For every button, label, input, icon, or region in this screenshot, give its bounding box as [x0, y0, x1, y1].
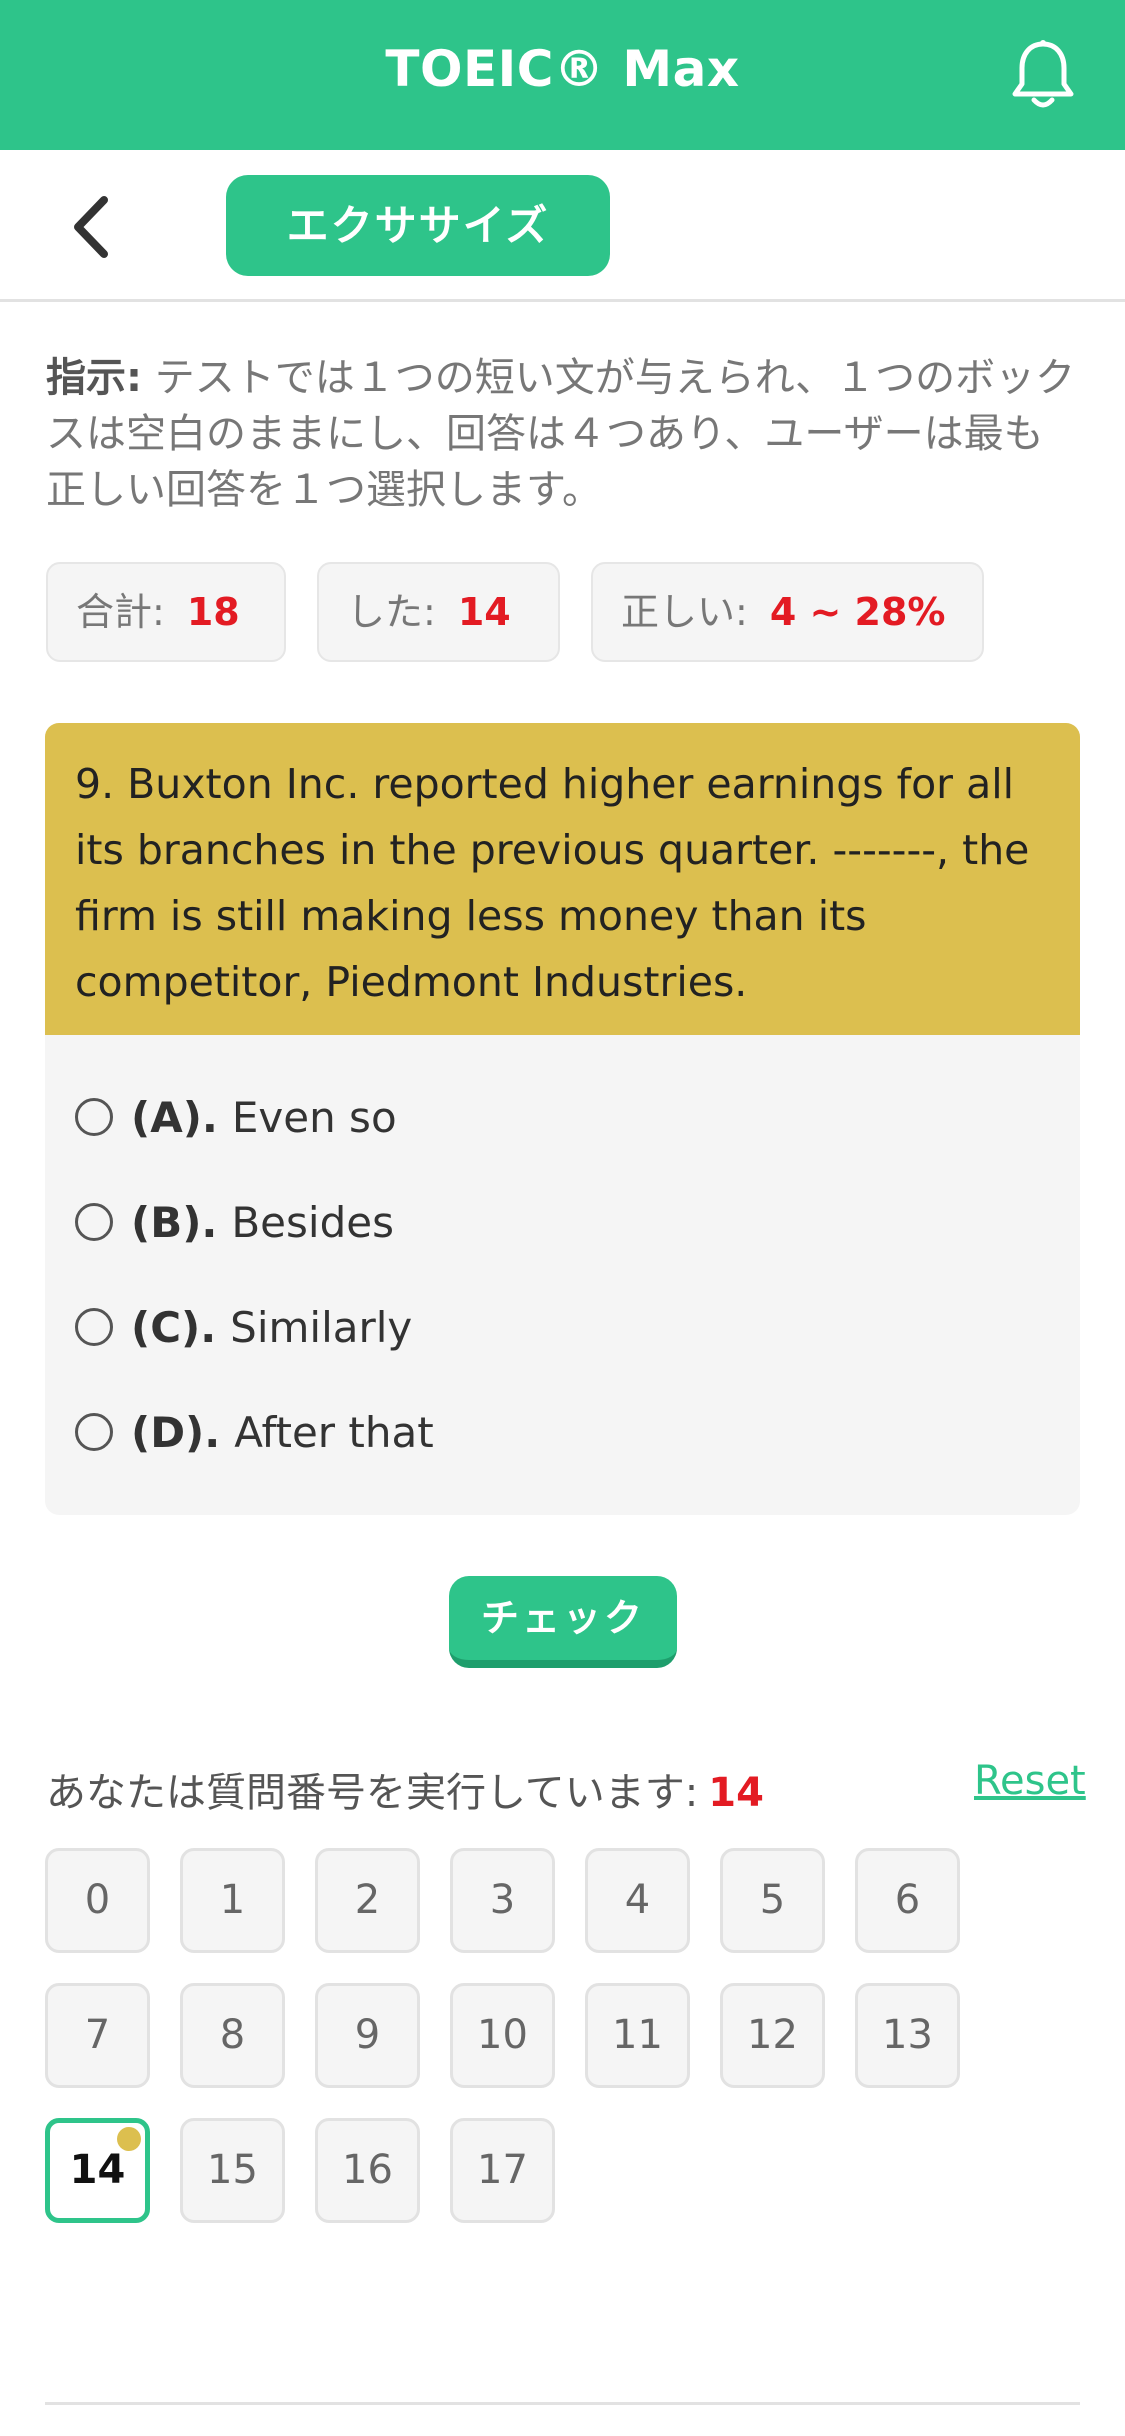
instructions-label: 指示: — [46, 355, 142, 401]
stat-done-label: した: — [347, 590, 436, 634]
question-text: 9. Buxton Inc. reported higher earnings … — [45, 723, 1080, 1035]
bell-icon[interactable] — [1010, 38, 1076, 112]
divider — [45, 2402, 1080, 2405]
stat-correct-value: 4 ~ 28% — [769, 590, 946, 634]
option-text: Similarly — [230, 1303, 413, 1352]
tab-exercise[interactable]: エクササイズ — [226, 175, 610, 276]
option-text: Even so — [231, 1093, 397, 1142]
question-number-14[interactable]: 14 — [45, 2118, 150, 2223]
stat-correct-label: 正しい: — [621, 590, 748, 634]
question-number-0[interactable]: 0 — [45, 1848, 150, 1953]
question-number-11[interactable]: 11 — [585, 1983, 690, 2088]
radio-button[interactable] — [75, 1412, 113, 1451]
question-number-2[interactable]: 2 — [315, 1848, 420, 1953]
stat-total-value: 18 — [186, 590, 240, 634]
question-number-12[interactable]: 12 — [720, 1983, 825, 2088]
option-text: Besides — [231, 1198, 394, 1247]
question-number-3[interactable]: 3 — [450, 1848, 555, 1953]
question-number-13[interactable]: 13 — [855, 1983, 960, 2088]
app-header: TOEIC® Max — [0, 0, 1125, 150]
radio-button[interactable] — [75, 1097, 113, 1136]
question-number-17[interactable]: 17 — [450, 2118, 555, 2223]
check-button[interactable]: チェック — [449, 1576, 677, 1668]
instructions-text: テストでは１つの短い文が与えられ、１つのボックスは空白のままにし、回答は４つあり… — [46, 355, 1076, 513]
radio-button[interactable] — [75, 1307, 113, 1346]
question-number-4[interactable]: 4 — [585, 1848, 690, 1953]
question-number-label: 14 — [69, 2147, 126, 2193]
progress-text: あなたは質問番号を実行しています: — [46, 1770, 699, 1816]
chevron-left-icon[interactable] — [66, 192, 116, 262]
stat-done-value: 14 — [457, 590, 511, 634]
option-text: After that — [234, 1408, 434, 1457]
option-letter: (A). — [131, 1093, 218, 1142]
radio-button[interactable] — [75, 1202, 113, 1241]
reset-link[interactable]: Reset — [974, 1758, 1086, 1804]
option-letter: (D). — [131, 1408, 221, 1457]
instructions: 指示: テストでは１つの短い文が与えられ、１つのボックスは空白のままにし、回答は… — [46, 350, 1081, 518]
stat-total-label: 合計: — [76, 590, 165, 634]
question-number-15[interactable]: 15 — [180, 2118, 285, 2223]
question-number-9[interactable]: 9 — [315, 1983, 420, 2088]
progress-label: あなたは質問番号を実行しています: 14 — [46, 1760, 764, 1818]
option-b[interactable]: (B). Besides — [75, 1188, 394, 1258]
stat-correct: 正しい: 4 ~ 28% — [591, 562, 984, 662]
question-number-16[interactable]: 16 — [315, 2118, 420, 2223]
question-number-1[interactable]: 1 — [180, 1848, 285, 1953]
option-a[interactable]: (A). Even so — [75, 1083, 397, 1153]
question-number-7[interactable]: 7 — [45, 1983, 150, 2088]
question-card: 9. Buxton Inc. reported higher earnings … — [45, 723, 1080, 1515]
stat-done: した: 14 — [317, 562, 560, 662]
question-number-8[interactable]: 8 — [180, 1983, 285, 2088]
question-number-6[interactable]: 6 — [855, 1848, 960, 1953]
option-d[interactable]: (D). After that — [75, 1398, 434, 1468]
option-letter: (B). — [131, 1198, 218, 1247]
current-indicator-dot — [117, 2127, 141, 2151]
current-question-number: 14 — [708, 1770, 764, 1816]
question-number-5[interactable]: 5 — [720, 1848, 825, 1953]
stat-total: 合計: 18 — [46, 562, 286, 662]
option-c[interactable]: (C). Similarly — [75, 1293, 412, 1363]
option-letter: (C). — [131, 1303, 217, 1352]
question-number-10[interactable]: 10 — [450, 1983, 555, 2088]
app-title: TOEIC® Max — [385, 40, 740, 98]
sub-toolbar: エクササイズ — [0, 150, 1125, 302]
